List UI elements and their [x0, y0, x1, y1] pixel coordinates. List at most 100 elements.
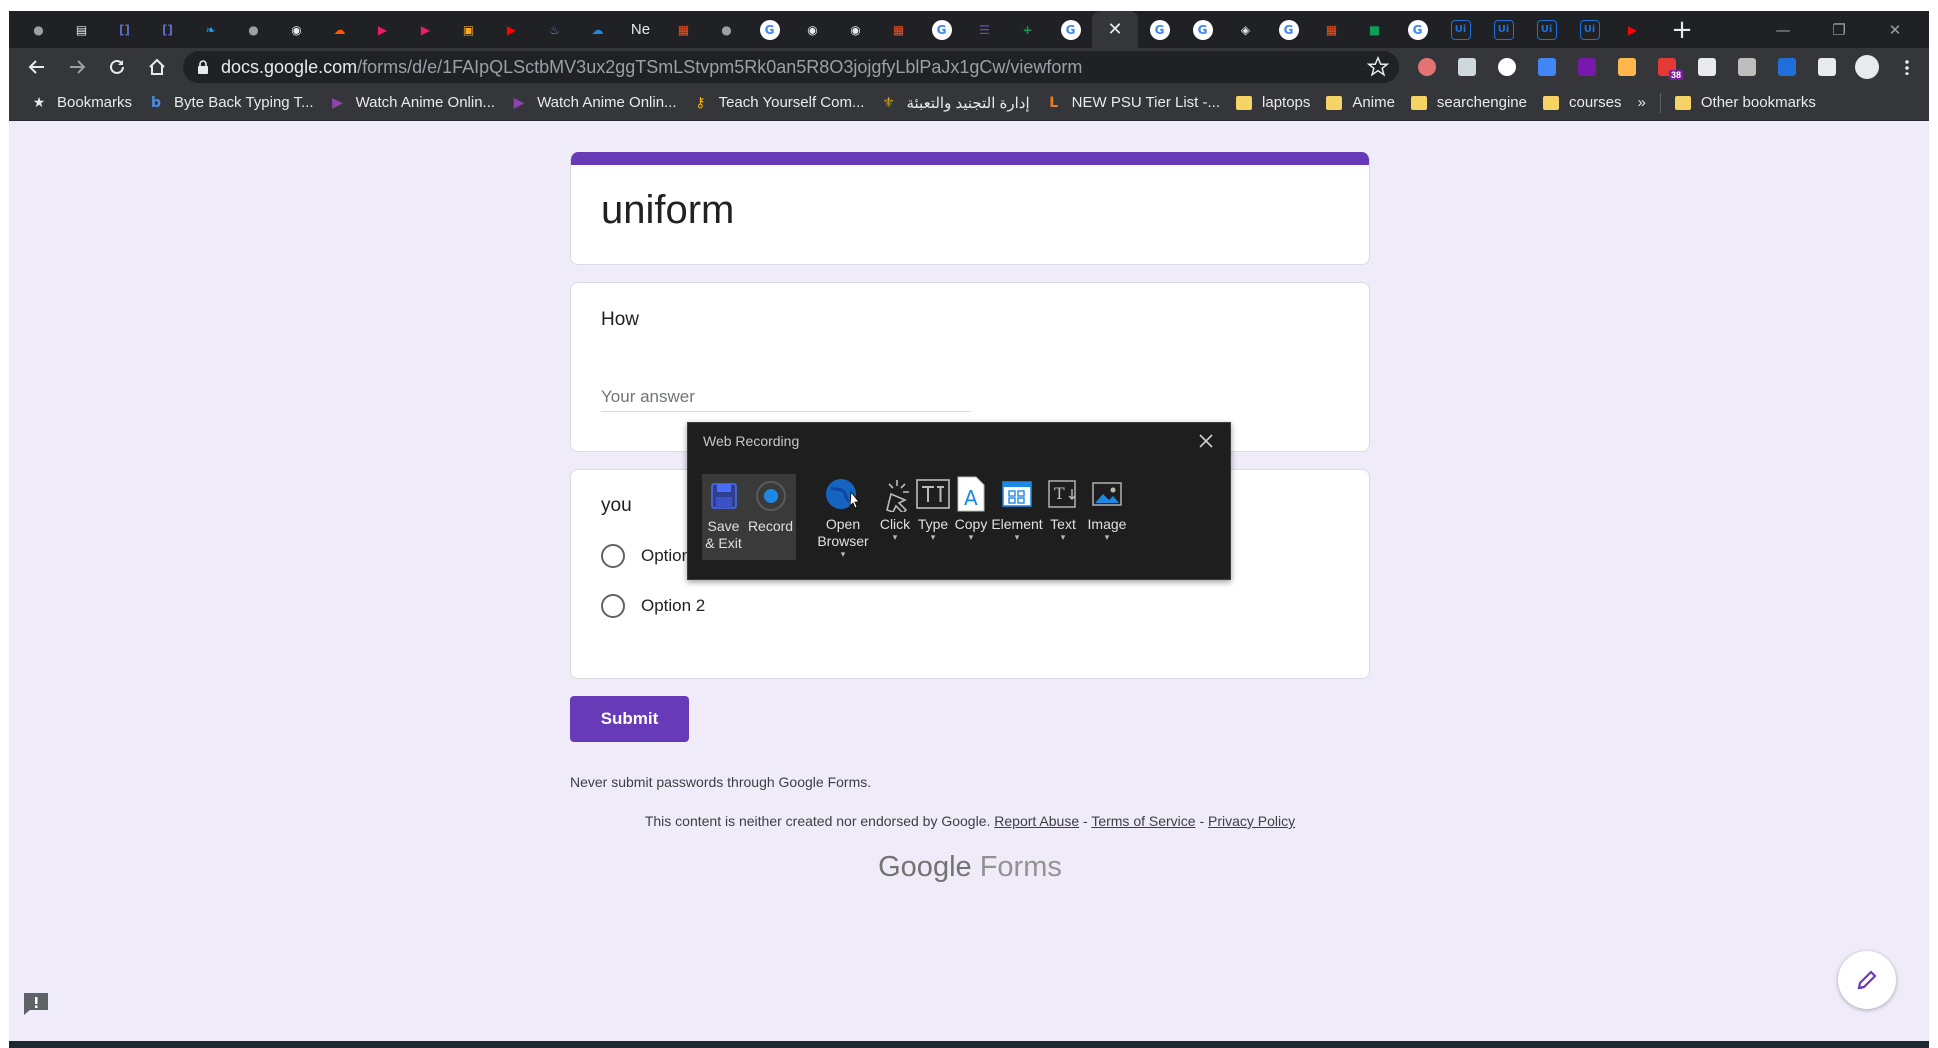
report-abuse-link[interactable]: Report Abuse: [994, 813, 1079, 829]
browser-tab[interactable]: G: [1267, 11, 1310, 48]
bookmark-item[interactable]: ⚷ Teach Yourself Com...: [685, 89, 873, 117]
extension-button[interactable]: [1847, 48, 1887, 85]
element-button[interactable]: Element ▾: [990, 474, 1044, 564]
browser-tab[interactable]: ✕: [1092, 11, 1138, 48]
extension-button[interactable]: [1887, 48, 1927, 85]
address-bar[interactable]: docs.google.com/forms/d/e/1FAIpQLSctbMV3…: [183, 51, 1399, 83]
back-button[interactable]: [17, 48, 57, 85]
browser-tab[interactable]: ●: [17, 11, 60, 48]
browser-tab[interactable]: Ui: [1439, 11, 1482, 48]
bookmark-item[interactable]: ★ Bookmarks: [23, 89, 140, 117]
type-button[interactable]: Type ▾: [914, 474, 952, 564]
dropdown-caret-icon[interactable]: ▾: [1015, 533, 1020, 543]
browser-tab[interactable]: G: [1181, 11, 1224, 48]
dropdown-caret-icon[interactable]: ▾: [931, 533, 936, 543]
browser-tab[interactable]: ▶: [361, 11, 404, 48]
dropdown-caret-icon[interactable]: ▾: [1061, 533, 1066, 543]
bookmark-item[interactable]: ▶ Watch Anime Onlin...: [322, 89, 504, 117]
browser-tab[interactable]: Ui: [1482, 11, 1525, 48]
open-browser-button[interactable]: Open Browser ▾: [810, 474, 876, 564]
browser-tab[interactable]: G: [1396, 11, 1439, 48]
browser-tab[interactable]: ▤: [60, 11, 103, 48]
dropdown-caret-icon[interactable]: ▾: [969, 533, 974, 543]
bookmark-item[interactable]: ⚜ إدارة التجنيد والتعبئة: [872, 89, 1037, 117]
browser-tab[interactable]: +: [1006, 11, 1049, 48]
click-button[interactable]: Click ▾: [876, 474, 914, 564]
home-button[interactable]: [137, 48, 177, 85]
browser-tab[interactable]: ▶: [404, 11, 447, 48]
extension-button[interactable]: [1767, 48, 1807, 85]
browser-tab[interactable]: ▶: [490, 11, 533, 48]
browser-tab[interactable]: ▦: [877, 11, 920, 48]
bookmark-item[interactable]: L NEW PSU Tier List -...: [1038, 89, 1228, 117]
dropdown-caret-icon[interactable]: ▾: [1105, 533, 1110, 543]
record-button[interactable]: Record: [745, 474, 796, 560]
close-icon[interactable]: [1196, 431, 1216, 451]
minimize-icon[interactable]: —: [1755, 11, 1811, 48]
extension-button[interactable]: 38: [1647, 48, 1687, 85]
bookmark-item[interactable]: searchengine: [1403, 89, 1535, 117]
extension-button[interactable]: [1527, 48, 1567, 85]
browser-tab[interactable]: ❧: [189, 11, 232, 48]
other-bookmarks[interactable]: Other bookmarks: [1667, 89, 1824, 117]
extension-button[interactable]: [1447, 48, 1487, 85]
extension-button[interactable]: [1687, 48, 1727, 85]
privacy-link[interactable]: Privacy Policy: [1208, 813, 1295, 829]
bookmark-item[interactable]: b Byte Back Typing T...: [140, 89, 322, 117]
extension-button[interactable]: [1407, 48, 1447, 85]
extension-button[interactable]: [1607, 48, 1647, 85]
feedback-icon[interactable]: [22, 991, 50, 1017]
dropdown-caret-icon[interactable]: ▾: [893, 533, 898, 543]
text-button[interactable]: T Text ▾: [1044, 474, 1082, 564]
browser-tab[interactable]: ◉: [834, 11, 877, 48]
browser-tab[interactable]: ●: [232, 11, 275, 48]
browser-tab[interactable]: G: [920, 11, 963, 48]
browser-tab[interactable]: ☰: [963, 11, 1006, 48]
radio-button[interactable]: [601, 544, 625, 568]
browser-tab[interactable]: ▦: [1310, 11, 1353, 48]
bookmark-item[interactable]: laptops: [1228, 89, 1318, 117]
image-button[interactable]: Image ▾: [1082, 474, 1132, 564]
browser-tab[interactable]: ◉: [275, 11, 318, 48]
browser-tab[interactable]: ▶: [1611, 11, 1654, 48]
extension-button[interactable]: [1807, 48, 1847, 85]
browser-tab[interactable]: ■: [1353, 11, 1396, 48]
radio-button[interactable]: [601, 594, 625, 618]
browser-tab[interactable]: []: [103, 11, 146, 48]
close-window-icon[interactable]: ✕: [1867, 11, 1923, 48]
extension-button[interactable]: [1727, 48, 1767, 85]
browser-tab[interactable]: []: [146, 11, 189, 48]
radio-option-2[interactable]: Option 2: [601, 594, 705, 618]
copy-button[interactable]: A Copy ▾: [952, 474, 990, 564]
bookmark-star-icon[interactable]: [1367, 56, 1389, 78]
browser-tab[interactable]: ▣: [447, 11, 490, 48]
google-forms-logo[interactable]: Google Forms: [570, 851, 1370, 884]
extension-button[interactable]: [1567, 48, 1607, 85]
forward-button[interactable]: [57, 48, 97, 85]
answer-input[interactable]: [601, 382, 971, 412]
bookmark-item[interactable]: Anime: [1318, 89, 1403, 117]
browser-tab[interactable]: G: [748, 11, 791, 48]
browser-tab[interactable]: Ui: [1568, 11, 1611, 48]
edit-fab-button[interactable]: [1838, 951, 1896, 1009]
browser-tab[interactable]: ▦: [662, 11, 705, 48]
browser-tab[interactable]: ☁: [318, 11, 361, 48]
bookmarks-overflow-button[interactable]: »: [1630, 89, 1654, 117]
browser-tab[interactable]: Ui: [1525, 11, 1568, 48]
browser-tab[interactable]: ☁: [576, 11, 619, 48]
submit-button[interactable]: Submit: [570, 696, 689, 742]
browser-tab[interactable]: ◈: [1224, 11, 1267, 48]
browser-tab[interactable]: ◉: [791, 11, 834, 48]
save-exit-button[interactable]: Save & Exit: [702, 474, 745, 560]
browser-tab[interactable]: Ne: [619, 11, 662, 48]
bookmark-item[interactable]: courses: [1535, 89, 1630, 117]
terms-link[interactable]: Terms of Service: [1091, 813, 1195, 829]
reload-button[interactable]: [97, 48, 137, 85]
close-icon[interactable]: ✕: [1107, 19, 1122, 40]
new-tab-button[interactable]: +: [1662, 11, 1702, 48]
browser-tab[interactable]: ♨: [533, 11, 576, 48]
browser-tab[interactable]: G: [1138, 11, 1181, 48]
extension-button[interactable]: [1487, 48, 1527, 85]
restore-icon[interactable]: ❐: [1811, 11, 1867, 48]
browser-tab[interactable]: G: [1049, 11, 1092, 48]
